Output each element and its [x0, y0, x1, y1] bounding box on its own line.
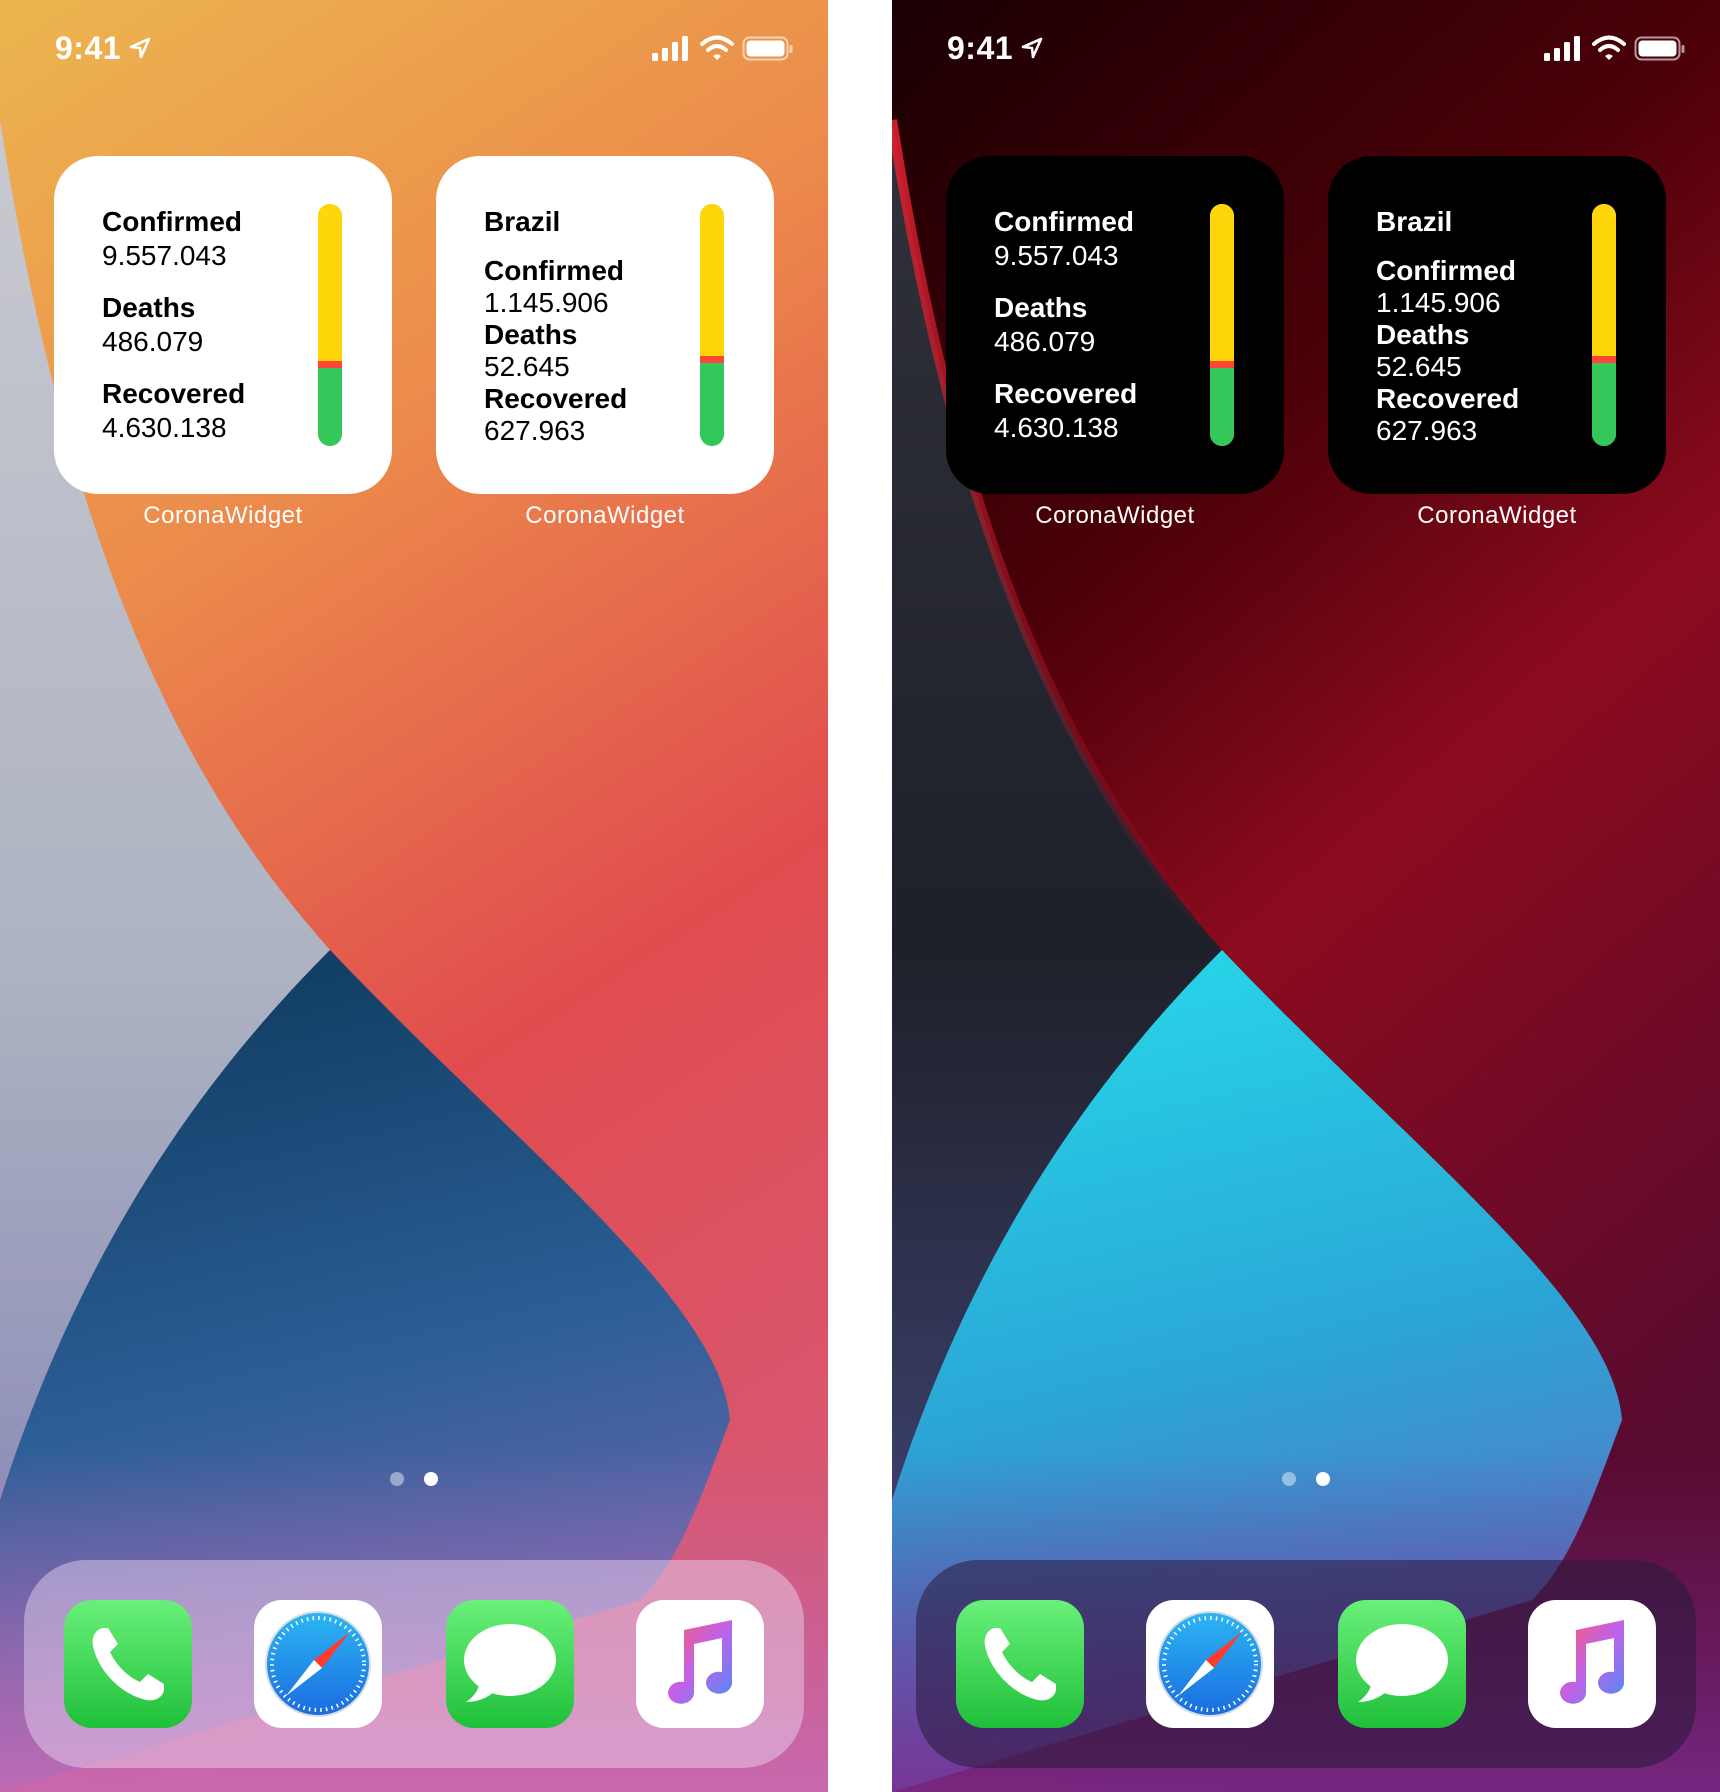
- home-screen-dark: 9:41 Confirmed 9.557.043 Deaths 486.079 …: [892, 0, 1720, 1792]
- recovered-value: 627.963: [484, 415, 586, 446]
- location-arrow-icon: [129, 37, 151, 59]
- deaths-segment: [700, 356, 724, 363]
- phone-icon: [956, 1600, 1084, 1728]
- recovered-value: 627.963: [1376, 415, 1478, 446]
- confirmed-segment: [1592, 204, 1616, 356]
- safari-icon: [254, 1600, 382, 1728]
- battery-icon: [742, 36, 793, 61]
- page-indicator[interactable]: [0, 1472, 828, 1488]
- recovered-segment: [1210, 368, 1234, 446]
- cases-ratio-bar: [700, 204, 724, 446]
- cellular-signal-icon: [652, 36, 688, 61]
- deaths-value: 486.079: [102, 326, 204, 357]
- confirmed-segment: [700, 204, 724, 356]
- status-time: 9:41: [947, 30, 1014, 66]
- cases-ratio-bar: [1210, 204, 1234, 446]
- country-title: Brazil: [484, 206, 561, 237]
- deaths-label: Deaths: [1376, 319, 1470, 350]
- safari-icon: [1146, 1600, 1274, 1728]
- cellular-signal-icon: [1544, 36, 1580, 61]
- confirmed-value: 1.145.906: [1376, 287, 1501, 318]
- battery-icon: [1634, 36, 1685, 61]
- messages-app[interactable]: [446, 1600, 574, 1728]
- cases-ratio-bar: [1592, 204, 1616, 446]
- deaths-value: 52.645: [484, 351, 570, 382]
- widget-caption: CoronaWidget: [1035, 502, 1195, 529]
- music-icon: [636, 1600, 764, 1728]
- corona-widget-global[interactable]: Confirmed 9.557.043 Deaths 486.079 Recov…: [54, 156, 392, 494]
- music-app[interactable]: [1528, 1600, 1656, 1728]
- confirmed-segment: [318, 204, 342, 361]
- messages-icon: [1338, 1600, 1466, 1728]
- location-arrow-icon: [1021, 37, 1043, 59]
- phone-icon: [64, 1600, 192, 1728]
- recovered-segment: [318, 368, 342, 446]
- page-indicator[interactable]: [892, 1472, 1720, 1488]
- recovered-label: Recovered: [102, 378, 246, 409]
- deaths-segment: [318, 361, 342, 368]
- deaths-value: 486.079: [994, 326, 1096, 357]
- confirmed-value: 1.145.906: [484, 287, 609, 318]
- recovered-value: 4.630.138: [994, 412, 1119, 443]
- home-screen-light: 9:41 Confirmed 9.557.043 Deaths 486.079 …: [0, 0, 828, 1792]
- safari-app[interactable]: [254, 1600, 382, 1728]
- recovered-label: Recovered: [994, 378, 1138, 409]
- confirmed-label: Confirmed: [994, 206, 1134, 237]
- recovered-segment: [700, 363, 724, 446]
- dock: [916, 1560, 1696, 1768]
- recovered-value: 4.630.138: [102, 412, 227, 443]
- confirmed-label: Confirmed: [102, 206, 242, 237]
- page-dot[interactable]: [1282, 1472, 1296, 1486]
- recovered-segment: [1592, 363, 1616, 446]
- dock: [24, 1560, 804, 1768]
- phone-app[interactable]: [956, 1600, 1084, 1728]
- status-bar: 9:41: [892, 0, 1720, 100]
- corona-widget-country[interactable]: Brazil Confirmed 1.145.906 Deaths 52.645…: [436, 156, 774, 494]
- status-bar: 9:41: [0, 0, 828, 100]
- confirmed-value: 9.557.043: [994, 240, 1119, 271]
- status-time: 9:41: [55, 30, 122, 66]
- page-dot-active[interactable]: [1316, 1472, 1330, 1486]
- messages-app[interactable]: [1338, 1600, 1466, 1728]
- country-title: Brazil: [1376, 206, 1453, 237]
- recovered-label: Recovered: [484, 383, 628, 414]
- page-dot[interactable]: [390, 1472, 404, 1486]
- confirmed-segment: [1210, 204, 1234, 361]
- deaths-segment: [1210, 361, 1234, 368]
- confirmed-label: Confirmed: [484, 255, 624, 286]
- cases-ratio-bar: [318, 204, 342, 446]
- music-icon: [1528, 1600, 1656, 1728]
- widget-caption: CoronaWidget: [143, 502, 303, 529]
- wifi-icon: [700, 35, 734, 60]
- phone-app[interactable]: [64, 1600, 192, 1728]
- messages-icon: [446, 1600, 574, 1728]
- deaths-label: Deaths: [102, 292, 196, 323]
- music-app[interactable]: [636, 1600, 764, 1728]
- deaths-value: 52.645: [1376, 351, 1462, 382]
- corona-widget-country[interactable]: Brazil Confirmed 1.145.906 Deaths 52.645…: [1328, 156, 1666, 494]
- widget-caption: CoronaWidget: [1417, 502, 1577, 529]
- deaths-label: Deaths: [484, 319, 578, 350]
- confirmed-label: Confirmed: [1376, 255, 1516, 286]
- deaths-segment: [1592, 356, 1616, 363]
- page-dot-active[interactable]: [424, 1472, 438, 1486]
- safari-app[interactable]: [1146, 1600, 1274, 1728]
- deaths-label: Deaths: [994, 292, 1088, 323]
- widget-caption: CoronaWidget: [525, 502, 685, 529]
- confirmed-value: 9.557.043: [102, 240, 227, 271]
- wifi-icon: [1592, 35, 1626, 60]
- recovered-label: Recovered: [1376, 383, 1520, 414]
- corona-widget-global[interactable]: Confirmed 9.557.043 Deaths 486.079 Recov…: [946, 156, 1284, 494]
